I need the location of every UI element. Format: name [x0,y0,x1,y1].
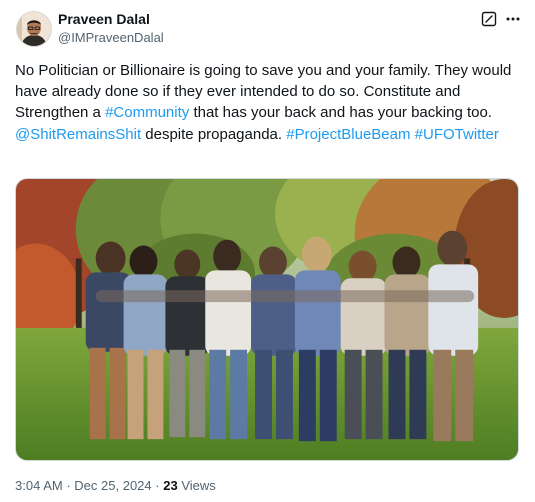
author-block: Praveen Dalal @IMPraveenDalal [58,11,164,47]
meta-separator: · [155,478,160,493]
meta-separator: · [66,478,71,493]
tweet-meta: 3:04 AM · Dec 25, 2024 · 23 Views [15,477,216,495]
tweet-link-projectbluebeam[interactable]: #ProjectBlueBeam [286,126,410,143]
author-name[interactable]: Praveen Dalal [58,11,164,28]
tweet-text: No Politician or Billionaire is going to… [15,60,525,145]
tweet-link-ufotwitter[interactable]: #UFOTwitter [415,126,499,143]
tweet-text-segment: that has your back and has your backing … [189,104,492,122]
tweet-text-segment: despite propaganda. [141,125,287,143]
tweet-time[interactable]: 3:04 AM [15,478,63,493]
avatar-photo [17,12,51,46]
author-handle[interactable]: @IMPraveenDalal [58,28,164,47]
tweet-link-community[interactable]: #Community [105,104,189,121]
tweet-date[interactable]: Dec 25, 2024 [74,478,151,493]
tweet-image[interactable] [15,178,519,461]
views-label: Views [181,478,216,493]
tweet-card[interactable]: Praveen Dalal @IMPraveenDalal No Politic… [0,0,535,502]
avatar[interactable] [16,11,52,47]
group-photo [16,179,518,460]
views-count[interactable]: 23 [163,478,177,493]
more-icon[interactable] [505,11,521,27]
tweet-link-shitremainsshit[interactable]: @ShitRemainsShit [15,126,141,143]
edit-icon[interactable] [481,11,497,27]
